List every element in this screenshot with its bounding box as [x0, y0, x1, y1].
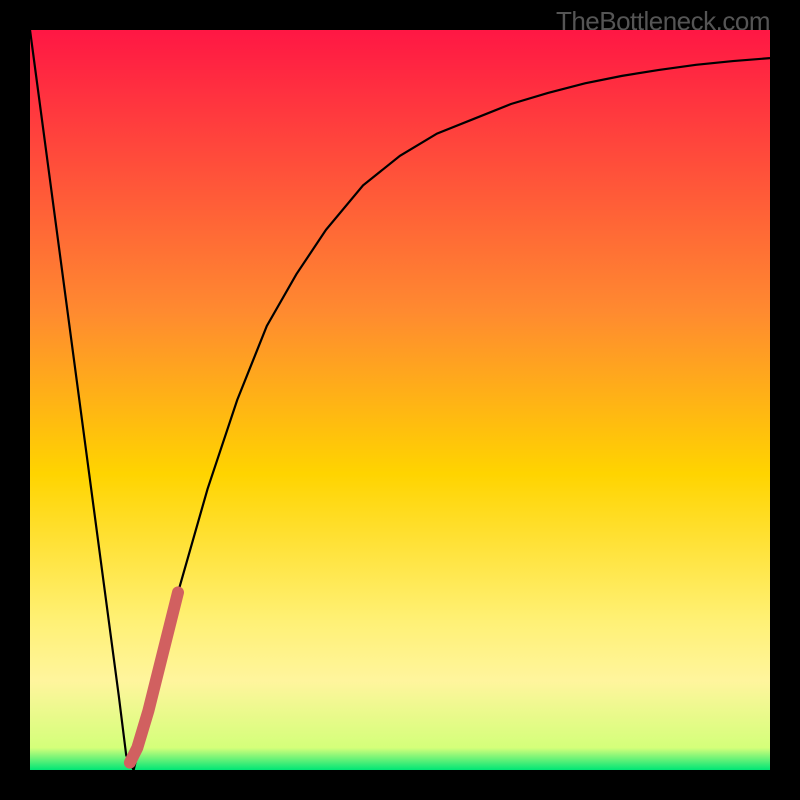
bottleneck-chart [30, 30, 770, 770]
chart-frame: TheBottleneck.com [0, 0, 800, 800]
gradient-background [30, 30, 770, 770]
